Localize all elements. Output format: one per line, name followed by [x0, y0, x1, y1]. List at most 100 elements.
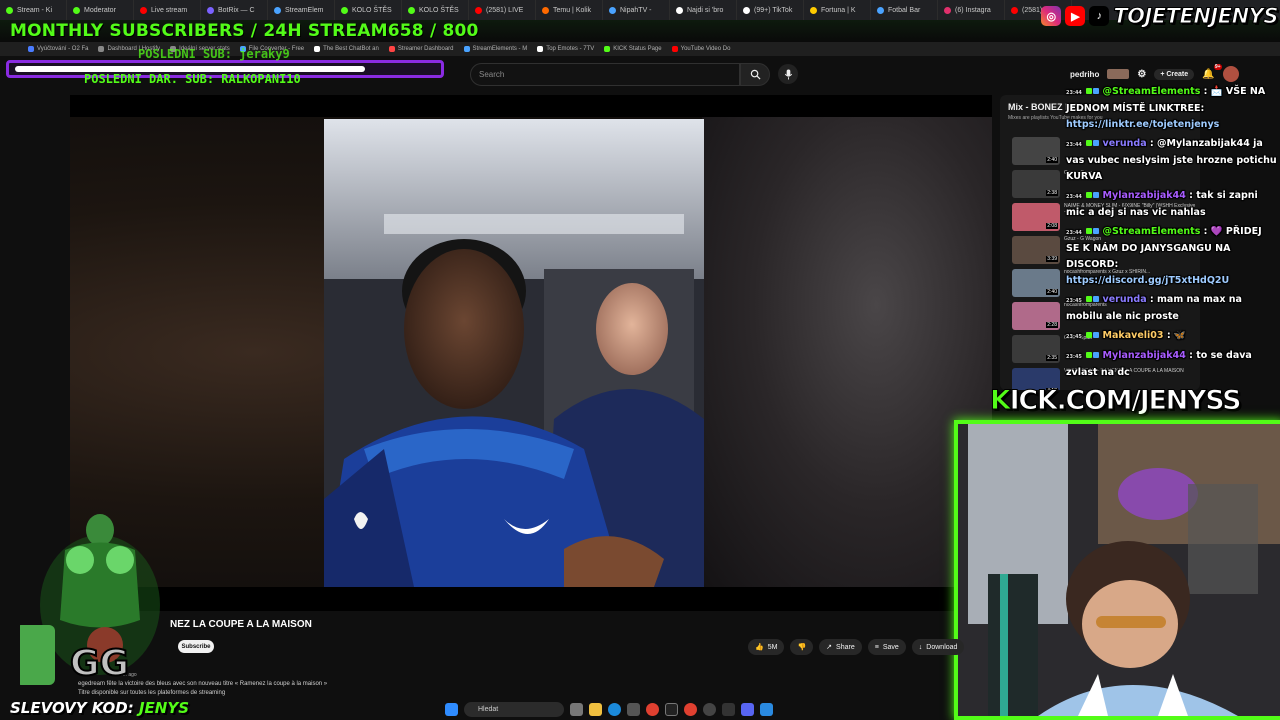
subscriber-badge-icon [1093, 332, 1100, 338]
chat-timestamp: 23:44 [1066, 230, 1082, 236]
tab-label: KOLO ŠTĚS [419, 6, 459, 14]
svg-text:GG: GG [70, 643, 129, 684]
browser-tab[interactable]: Fotbal Bar [871, 0, 938, 20]
browser-tab[interactable]: (99+) TikTok [737, 0, 804, 20]
playlist-duration: 2:40 [1046, 289, 1058, 295]
browser-tab[interactable]: Stream - Ki [0, 0, 67, 20]
taskbar-search[interactable]: Hledat [464, 701, 564, 717]
chat-username[interactable]: Mylanzabijak44 [1103, 190, 1186, 201]
bookmark-item[interactable]: YouTube Video Do [671, 46, 731, 52]
bookmark-item[interactable]: KICK Status Page [604, 46, 662, 52]
notifications-icon[interactable]: 🔔 9+ [1202, 63, 1222, 80]
download-label: Download [926, 643, 958, 651]
share-button[interactable]: ↗ Share [819, 639, 862, 655]
search-input[interactable]: Search [470, 63, 740, 86]
chat-username[interactable]: @StreamElements [1103, 86, 1201, 97]
video-player[interactable] [70, 95, 992, 611]
chat-timestamp: 23:45 [1066, 298, 1082, 304]
social-handle: TOJETENJENYS [1113, 4, 1279, 29]
discord-icon[interactable] [741, 702, 754, 716]
bookmark-item[interactable]: Vyúčtování - O2 Fa [28, 46, 88, 52]
chat-username[interactable]: @StreamElements [1103, 226, 1201, 237]
social-overlay: ◎ ▶ ♪ TOJETENJENYS [1041, 4, 1279, 29]
obs-icon[interactable] [703, 702, 716, 716]
store-icon[interactable] [627, 702, 640, 716]
browser-tab[interactable]: Fortuna | K [804, 0, 871, 20]
windows-taskbar: Hledat [445, 698, 845, 720]
settings-icon[interactable]: ⚙ [1137, 69, 1146, 80]
kick-url-text: ICK.COM/JENYSS [1009, 385, 1242, 417]
search-button[interactable] [740, 63, 770, 86]
browser-tab[interactable]: KOLO ŠTĚS [402, 0, 469, 20]
task-view-icon[interactable] [570, 702, 583, 716]
webcam-feed [954, 420, 1280, 720]
video-actions: 👍 5M 👎 ↗ Share ≡ Save ↓ Download [748, 639, 965, 655]
tab-label: Fotbal Bar [888, 6, 921, 14]
chat-username[interactable]: verunda [1103, 138, 1147, 149]
dislike-button[interactable]: 👎 [790, 639, 814, 655]
browser-tab[interactable]: Moderator [67, 0, 134, 20]
save-icon: ≡ [874, 643, 879, 651]
microphone-icon [784, 68, 792, 80]
chrome-profile-icon[interactable] [684, 702, 697, 716]
bookmark-item[interactable]: The Best ChatBot an [314, 46, 379, 52]
playlist-thumbnail: 2:35 [1012, 335, 1060, 363]
browser-tab[interactable]: (2581) LIVE [469, 0, 536, 20]
like-button[interactable]: 👍 5M [748, 639, 785, 655]
chat-link[interactable]: https://linktr.ee/tojetenjenys [1066, 119, 1219, 130]
user-avatar[interactable] [1222, 66, 1239, 82]
save-button[interactable]: ≡ Save [867, 639, 906, 655]
bookmark-label: YouTube Video Do [680, 46, 731, 52]
tab-favicon-icon [609, 6, 616, 14]
browser-tab[interactable]: Temu | Kolik [536, 0, 603, 20]
create-button[interactable]: + Create [1154, 68, 1195, 80]
windows-start-icon[interactable] [445, 702, 458, 716]
download-button[interactable]: ↓ Download [911, 639, 965, 655]
app-icon-3[interactable] [760, 702, 773, 716]
bookmark-item[interactable]: Streamer Dashboard [388, 46, 454, 52]
chat-timestamp: 23:44 [1066, 90, 1082, 96]
mascot-logo: GG [15, 500, 170, 700]
subscribe-button[interactable]: Subscribe [178, 640, 214, 653]
save-label: Save [882, 643, 899, 651]
bookmark-label: Vyúčtování - O2 Fa [37, 46, 89, 52]
bookmark-label: Streamer Dashboard [397, 46, 454, 52]
chat-username[interactable]: verunda [1103, 294, 1147, 305]
chat-message: 23:44 verunda : @Mylanzabijak44 ja vas v… [1066, 136, 1278, 185]
browser-tab[interactable]: NipahTV - [603, 0, 670, 20]
tab-label: (2581) LIVE [486, 6, 524, 14]
browser-tab[interactable]: Najdi si 'bro [670, 0, 737, 20]
browser-tab[interactable]: StreamElem [268, 0, 335, 20]
app-icon[interactable] [665, 702, 678, 716]
video-blurred-background-right [702, 117, 992, 587]
tab-label: NipahTV - [620, 6, 652, 14]
channel-avatar[interactable] [1107, 69, 1130, 79]
kick-url-k: K [990, 385, 1012, 417]
discount-code: JENYS [138, 699, 190, 717]
voice-search-button[interactable] [778, 64, 798, 84]
tab-favicon-icon [542, 6, 549, 14]
playlist-thumbnail: 2:40 [1012, 269, 1060, 297]
chat-username[interactable]: Makaveli03 [1103, 330, 1164, 341]
chat-timestamp: 23:44 [1066, 142, 1082, 148]
browser-tab[interactable]: Live stream [134, 0, 201, 20]
chat-username[interactable]: Mylanzabijak44 [1103, 350, 1186, 361]
playlist-duration: 2:35 [1046, 355, 1058, 361]
browser-tab[interactable]: BotRix — C [201, 0, 268, 20]
chrome-icon[interactable] [646, 702, 659, 716]
bookmark-icon [98, 46, 105, 52]
thumbs-up-icon: 👍 [755, 644, 764, 651]
subscriber-badge-icon [1093, 352, 1100, 358]
bookmark-item[interactable]: Top Emotes - 7TV [537, 46, 594, 52]
tab-label: BotRix — C [218, 6, 255, 14]
browser-tab[interactable]: (6) Instagra [938, 0, 1005, 20]
bookmark-icon [388, 46, 395, 52]
browser-tab[interactable]: KOLO ŠTĚS [335, 0, 402, 20]
app-icon-2[interactable] [722, 702, 735, 716]
tab-label: KOLO ŠTĚS [352, 6, 392, 14]
file-explorer-icon[interactable] [589, 702, 602, 716]
bookmark-item[interactable]: StreamElements - M [463, 46, 527, 52]
moderator-badge-icon [1086, 228, 1093, 234]
edge-icon[interactable] [608, 702, 621, 716]
chat-link[interactable]: https://discord.gg/jT5xtHdQ2U [1066, 275, 1229, 286]
